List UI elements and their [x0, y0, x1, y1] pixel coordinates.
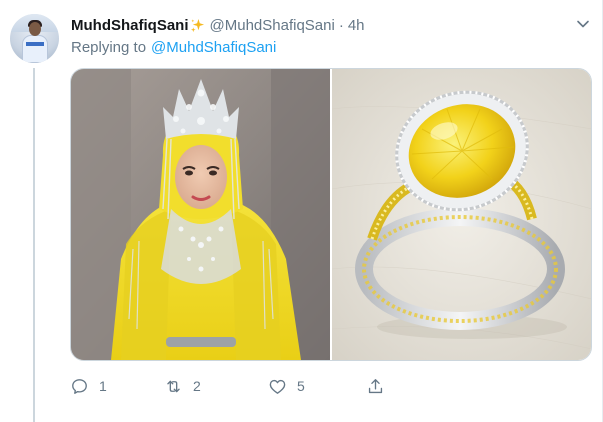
tweet-timestamp[interactable]: 4h [348, 17, 365, 34]
avatar[interactable] [10, 14, 59, 63]
sparkles-icon [190, 18, 204, 32]
user-handle[interactable]: @MuhdShafiqSani [210, 17, 335, 34]
reply-count: 1 [99, 378, 107, 394]
tweet-actions: 1 2 5 [70, 374, 400, 398]
retweet-button[interactable]: 2 [164, 374, 201, 398]
retweet-icon [167, 380, 180, 392]
bride-yellow-headdress-photo[interactable] [71, 69, 330, 360]
display-name[interactable]: MuhdShafiqSani [71, 17, 189, 34]
heart-icon [269, 379, 286, 394]
reply-icon [72, 378, 87, 394]
replying-to-link[interactable]: @MuhdShafiqSani [151, 39, 276, 56]
share-icon [368, 378, 383, 393]
like-count: 5 [297, 378, 305, 394]
tweet-header: MuhdShafiqSani @MuhdShafiqSani · 4h [71, 15, 365, 35]
thread-connector-line [33, 68, 35, 422]
like-button[interactable]: 5 [268, 374, 305, 398]
meta-separator: · [338, 16, 344, 34]
yellow-diamond-ring-photo[interactable] [332, 69, 591, 360]
retweet-count: 2 [193, 378, 201, 394]
replying-to-label: Replying to [71, 38, 147, 56]
replying-to-line: Replying to @MuhdShafiqSani [71, 37, 276, 57]
reply-button[interactable]: 1 [70, 374, 107, 398]
media-grid [70, 68, 592, 361]
share-button[interactable] [366, 374, 385, 398]
chevron-down-icon[interactable] [576, 17, 590, 31]
